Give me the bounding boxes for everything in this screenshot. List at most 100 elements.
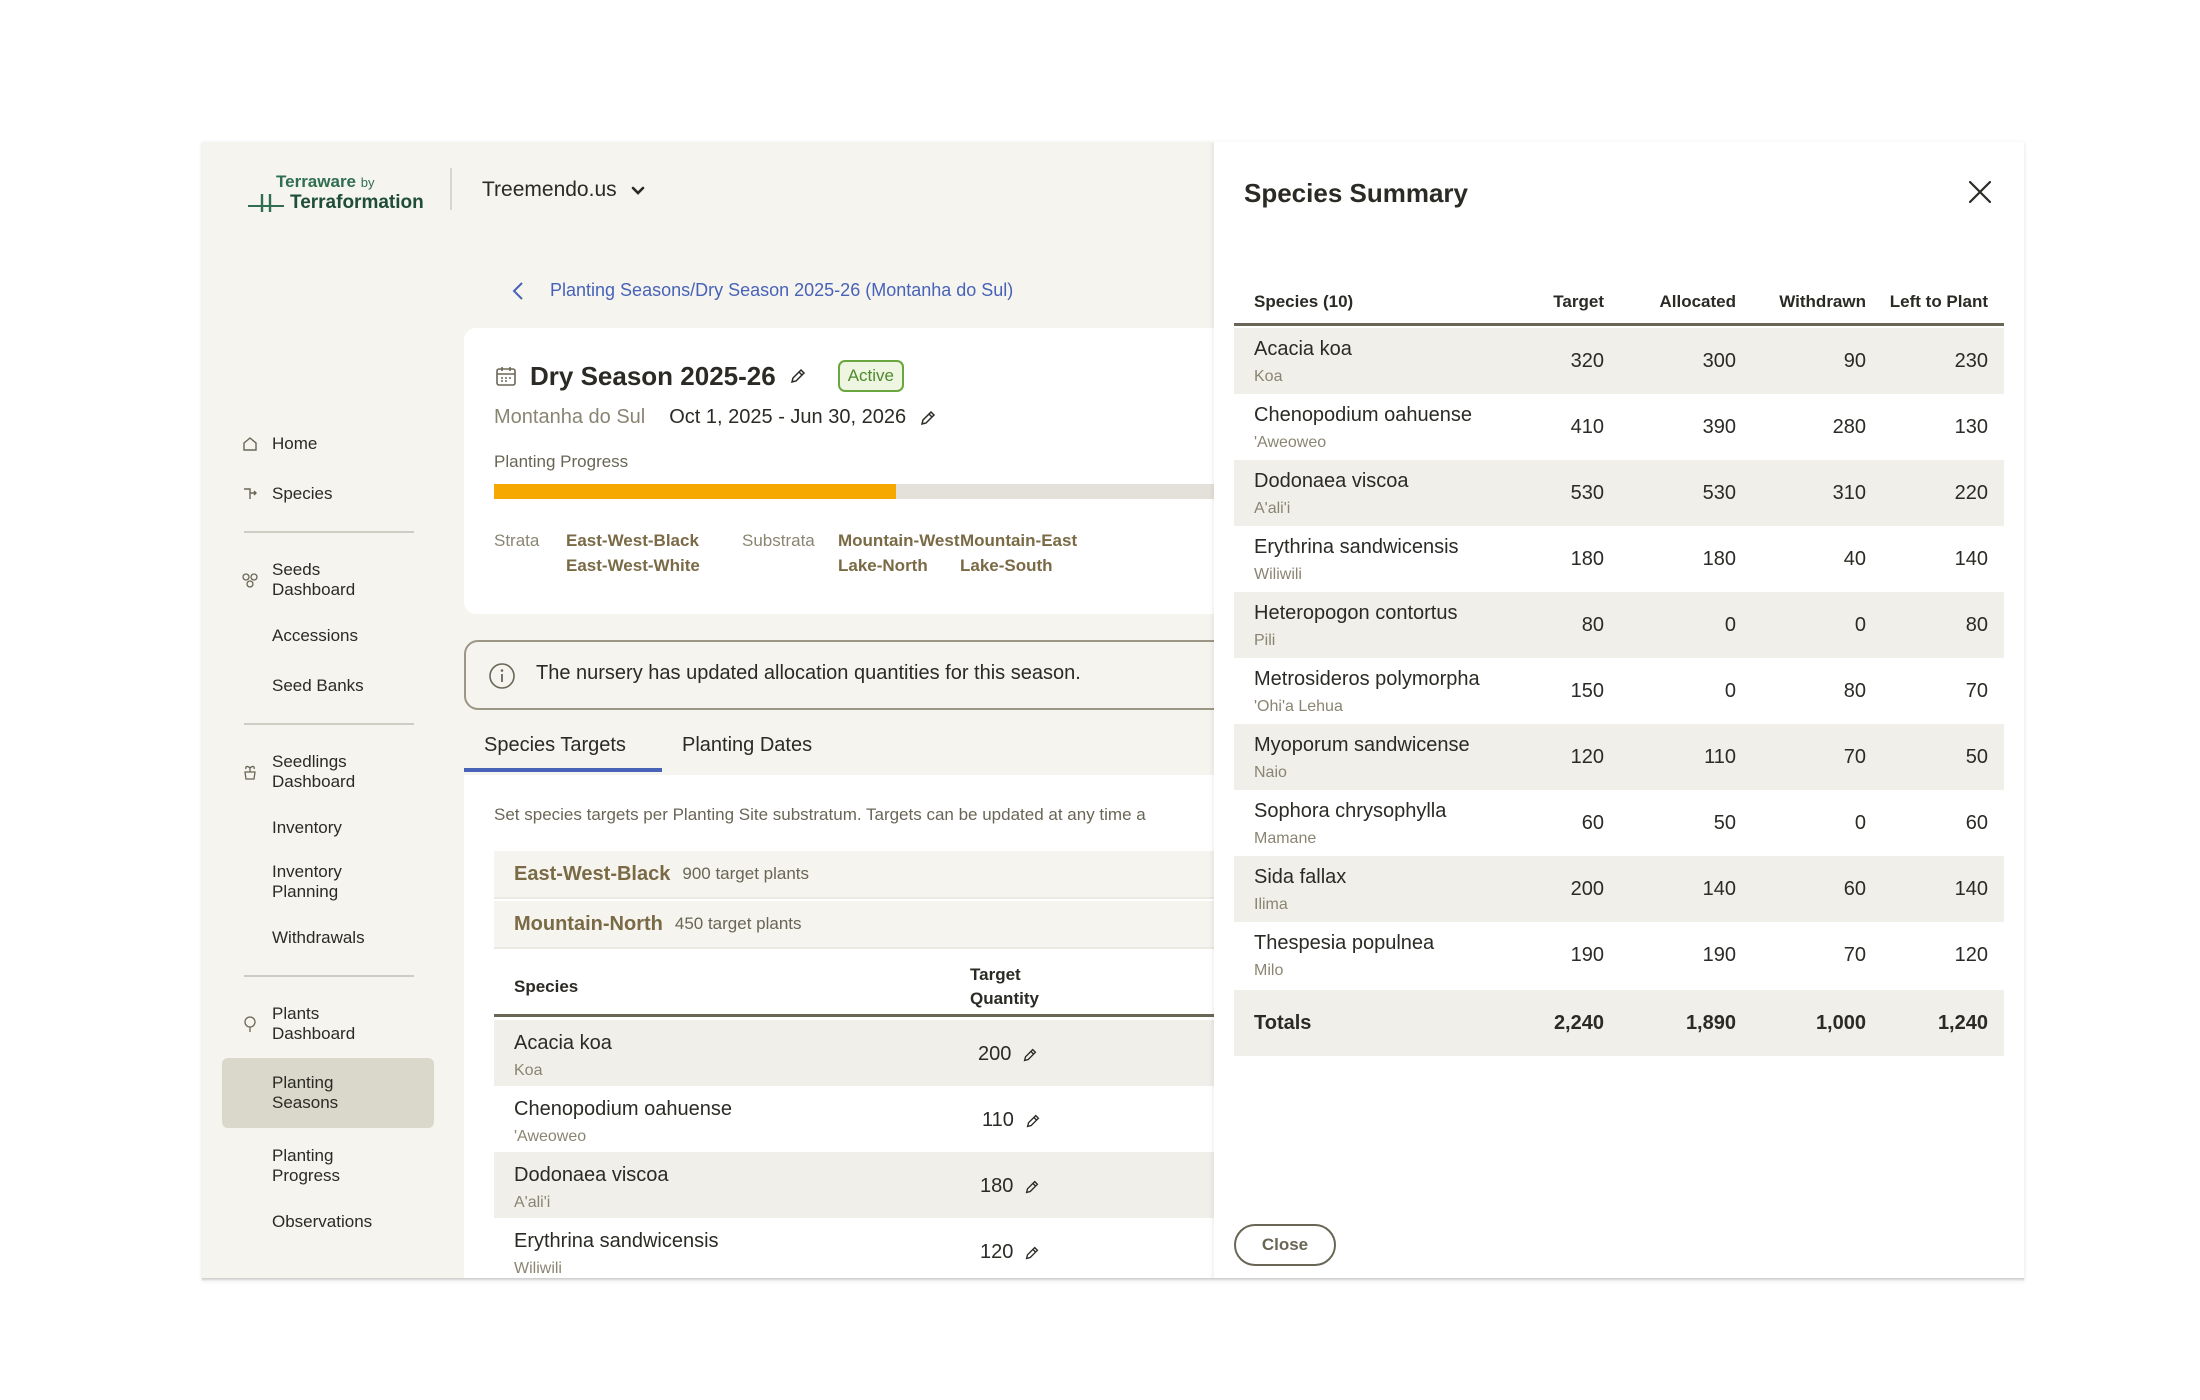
targets-description: Set species targets per Planting Site su… xyxy=(494,805,1146,824)
sidebar-item-species[interactable]: Species xyxy=(222,482,434,506)
substratum-group-header[interactable]: Mountain-North 450 target plants xyxy=(494,901,1224,949)
substratum-name: East-West-Black xyxy=(514,862,671,885)
tab-species-targets[interactable]: Species Targets xyxy=(464,722,662,772)
season-meta: Montanha do Sul Oct 1, 2025 - Jun 30, 20… xyxy=(494,406,938,429)
sidebar-divider xyxy=(244,723,414,725)
target-quantity-value: 200 xyxy=(978,1043,1012,1065)
withdrawn-value: 310 xyxy=(1832,482,1866,504)
summary-table-row: Chenopodium oahuense 'Aweoweo 410 390 280 130 xyxy=(1234,394,2004,460)
species-scientific-name: Acacia koa xyxy=(514,1032,612,1054)
allocated-value: 140 xyxy=(1702,878,1736,900)
withdrawn-value: 70 xyxy=(1843,746,1866,768)
edit-pencil-icon[interactable] xyxy=(1023,1244,1041,1262)
tab-planting-dates[interactable]: Planting Dates xyxy=(682,722,842,772)
species-common-name: 'Aweoweo xyxy=(1254,434,1327,451)
target-quantity-value: 180 xyxy=(980,1175,1014,1197)
sidebar-item-planting-seasons[interactable]: Planting Seasons xyxy=(222,1058,434,1128)
species-targets-panel: Set species targets per Planting Site su… xyxy=(464,775,1224,1280)
sidebar-label: Planting Progress xyxy=(272,1146,341,1185)
species-scientific-name: Chenopodium oahuense xyxy=(514,1098,732,1120)
allocated-value: 50 xyxy=(1713,812,1736,834)
species-scientific-name: Myoporum sandwicense xyxy=(1254,734,1470,756)
target-quantity-value: 120 xyxy=(980,1241,1014,1263)
sidebar-item-planting-progress[interactable]: Planting Progress xyxy=(222,1144,434,1188)
progress-label: Planting Progress xyxy=(494,452,629,471)
calendar-icon xyxy=(496,367,516,386)
target-value: 320 xyxy=(1570,350,1604,372)
target-value: 190 xyxy=(1570,944,1604,966)
sidebar-item-seeds-dashboard[interactable]: Seeds Dashboard xyxy=(222,558,434,602)
left-to-plant-value: 60 xyxy=(1965,812,1988,834)
season-title-row: Dry Season 2025-26 Active xyxy=(494,360,905,392)
species-scientific-name: Chenopodium oahuense xyxy=(1254,404,1472,426)
species-common-name: Wiliwili xyxy=(514,1260,562,1277)
left-to-plant-value: 80 xyxy=(1965,614,1988,636)
sidebar-label: Inventory xyxy=(272,818,342,837)
species-scientific-name: Sida fallax xyxy=(1254,866,1347,888)
summary-table-row: Thespesia populnea Milo 190 190 70 120 xyxy=(1234,922,2004,988)
edit-pencil-icon[interactable] xyxy=(1023,1178,1041,1196)
species-common-name: A'ali'i xyxy=(1254,500,1291,517)
species-common-name: Mamane xyxy=(1254,830,1317,847)
organization-selector[interactable]: Treemendo.us xyxy=(482,178,645,202)
edit-pencil-icon[interactable] xyxy=(918,408,938,428)
sidebar-label: Planting Seasons xyxy=(272,1073,339,1112)
target-value: 80 xyxy=(1581,614,1604,636)
chevron-left-icon[interactable] xyxy=(512,281,524,301)
withdrawn-value: 60 xyxy=(1843,878,1866,900)
edit-pencil-icon[interactable] xyxy=(1024,1112,1042,1130)
season-title: Dry Season 2025-26 xyxy=(530,360,776,391)
sidebar-item-home[interactable]: Home xyxy=(222,432,434,456)
substratum-group-header[interactable]: East-West-Black 900 target plants xyxy=(494,851,1224,899)
summary-table-header: Species (10) Target Allocated Withdrawn … xyxy=(1234,278,2004,326)
species-scientific-name: Acacia koa xyxy=(1254,338,1352,360)
breadcrumb[interactable]: Planting Seasons/Dry Season 2025-26 (Mon… xyxy=(512,280,1013,301)
species-common-name: 'Aweoweo xyxy=(514,1128,587,1145)
strata-values: East-West-Black East-West-White xyxy=(566,528,700,578)
substratum-name: Mountain-East xyxy=(960,531,1078,550)
sidebar-item-withdrawals[interactable]: Withdrawals xyxy=(222,926,434,950)
sidebar-item-accessions[interactable]: Accessions xyxy=(222,624,434,648)
allocated-value: 530 xyxy=(1702,482,1736,504)
sidebar-item-inventory[interactable]: Inventory xyxy=(222,816,434,840)
close-icon[interactable] xyxy=(1966,178,1994,206)
table-row: Acacia koa Koa 200 xyxy=(494,1020,1224,1086)
logo-line-1: Terraware by xyxy=(276,172,375,191)
header-divider xyxy=(450,168,452,210)
edit-pencil-icon[interactable] xyxy=(788,366,808,386)
summary-totals-row: Totals 2,240 1,890 1,000 1,240 xyxy=(1234,990,2004,1056)
target-value: 150 xyxy=(1570,680,1604,702)
summary-table-row: Sophora chrysophylla Mamane 60 50 0 60 xyxy=(1234,790,2004,856)
column-header-target: Target xyxy=(970,965,1021,984)
target-value: 180 xyxy=(1570,548,1604,570)
species-common-name: 'Ohi'a Lehua xyxy=(1254,698,1343,715)
summary-table-row: Heteropogon contortus Pili 80 0 0 80 xyxy=(1234,592,2004,658)
withdrawn-value: 0 xyxy=(1854,812,1866,834)
withdrawn-value: 70 xyxy=(1843,944,1866,966)
allocated-value: 190 xyxy=(1702,944,1736,966)
sidebar-item-plants-dashboard[interactable]: Plants Dashboard xyxy=(222,1002,434,1046)
column-header-withdrawn: Withdrawn xyxy=(1779,292,1866,311)
terraware-logo[interactable]: Terraware by Terraformation xyxy=(246,168,436,218)
strata-label: Strata xyxy=(494,531,540,550)
target-quantity: 180 xyxy=(980,1175,1041,1198)
allocated-value: 0 xyxy=(1724,680,1736,702)
species-summary-drawer: Species Summary Species (10) Target Allo… xyxy=(1214,142,2024,1280)
sidebar-item-observations[interactable]: Observations xyxy=(222,1210,434,1234)
sidebar-item-inventory-planning[interactable]: Inventory Planning xyxy=(222,860,434,904)
left-to-plant-value: 230 xyxy=(1954,350,1988,372)
column-header-quantity: Quantity xyxy=(970,989,1039,1008)
edit-pencil-icon[interactable] xyxy=(1021,1046,1039,1064)
breadcrumb-link[interactable]: Planting Seasons/Dry Season 2025-26 (Mon… xyxy=(550,280,1013,301)
sidebar-item-seedlings-dashboard[interactable]: Seedlings Dashboard xyxy=(222,750,434,794)
summary-table-row: Myoporum sandwicense Naio 120 110 70 50 xyxy=(1234,724,2004,790)
withdrawn-value: 280 xyxy=(1832,416,1866,438)
withdrawn-value: 90 xyxy=(1843,350,1866,372)
info-banner-text: The nursery has updated allocation quant… xyxy=(536,662,1081,684)
column-header-species: Species (10) xyxy=(1254,292,1354,311)
sidebar-item-seed-banks[interactable]: Seed Banks xyxy=(222,674,434,698)
season-details-card: Dry Season 2025-26 Active Montanha do Su… xyxy=(464,328,1224,614)
sidebar-label: Withdrawals xyxy=(272,928,365,947)
close-button[interactable]: Close xyxy=(1234,1224,1336,1266)
target-value: 120 xyxy=(1570,746,1604,768)
